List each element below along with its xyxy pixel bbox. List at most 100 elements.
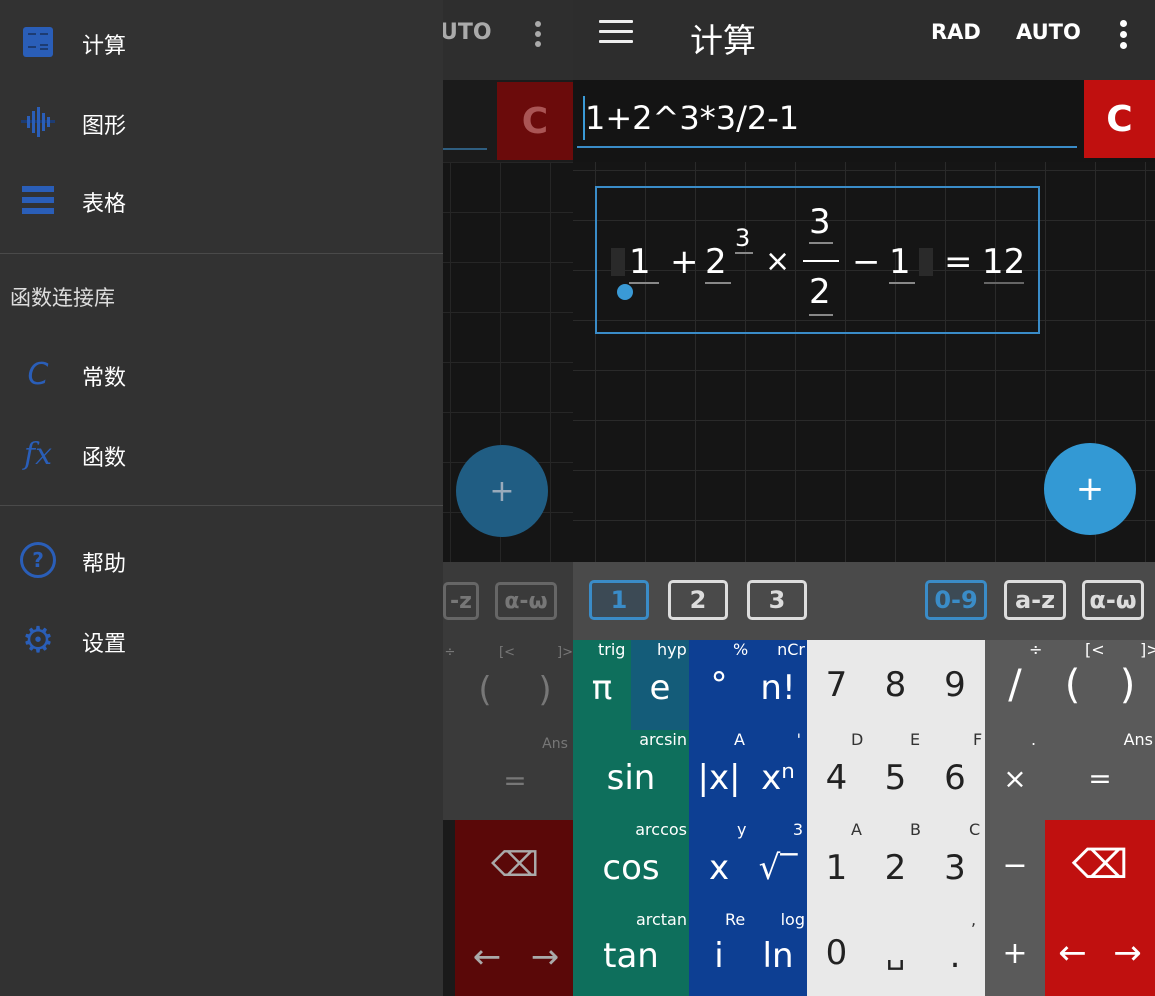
nav-item-help[interactable]: ? 帮助 <box>0 524 443 596</box>
key-equals[interactable]: Ans = <box>1045 730 1155 820</box>
ghost-equals: = <box>503 763 527 797</box>
constant-icon: C <box>27 356 49 392</box>
nav-item-settings[interactable]: ⚙ 设置 <box>0 604 443 676</box>
ghost-right-arrow-icon: → <box>530 937 560 977</box>
key-4[interactable]: D 4 <box>807 730 866 820</box>
key-sqrt[interactable]: 3 √‾ <box>749 820 807 910</box>
nav-label: 表格 <box>82 192 127 217</box>
ghost-auto-label: UTO <box>440 20 492 45</box>
keypad: trig π hyp e arcsin sin arccos cos arcta… <box>573 640 1155 996</box>
key-0[interactable]: 0 <box>807 910 866 996</box>
graph-icon <box>20 104 56 140</box>
key-degree[interactable]: % ° <box>689 640 749 730</box>
nav-item-functions[interactable]: fx 函数 <box>0 418 443 490</box>
key-minus[interactable]: − <box>985 820 1045 910</box>
ghost-clear-button: C <box>497 82 573 160</box>
nav-label: 设置 <box>82 632 127 657</box>
key-pi[interactable]: trig π <box>573 640 631 730</box>
auto-mode-button[interactable]: AUTO <box>1016 20 1081 44</box>
tab-greek[interactable]: α-ω <box>1082 580 1144 620</box>
key-e[interactable]: hyp e <box>631 640 689 730</box>
key-3[interactable]: C 3 <box>925 820 985 910</box>
menu-icon[interactable] <box>599 20 633 50</box>
keypad-tabs: 1 2 3 0-9 a-z α-ω <box>573 562 1155 640</box>
key-left-paren[interactable]: [< ( <box>1045 640 1105 730</box>
overflow-menu-icon[interactable] <box>1113 18 1133 52</box>
key-5[interactable]: E 5 <box>866 730 925 820</box>
key-factorial[interactable]: nCr n! <box>749 640 807 730</box>
key-multiply[interactable]: . × <box>985 730 1045 820</box>
page-title: 计算 <box>690 21 756 60</box>
tab-page-2[interactable]: 2 <box>668 580 728 620</box>
help-icon: ? <box>20 542 56 578</box>
nav-item-table[interactable]: 表格 <box>0 164 443 236</box>
key-abs[interactable]: A |x| <box>689 730 749 820</box>
backspace-icon: ⌫ <box>1071 842 1129 888</box>
cursor-right-key[interactable]: → <box>1100 910 1155 996</box>
result-value: 12 <box>982 242 1026 282</box>
fraction-bar <box>803 260 839 262</box>
key-divide[interactable]: ÷ / <box>985 640 1045 730</box>
ghost-tab-az: -z <box>443 582 479 620</box>
function-icon: fx <box>23 436 53 472</box>
fraction-numerator: 3 <box>809 202 831 242</box>
nav-label: 计算 <box>82 34 127 59</box>
section-header-library: 函数连接库 <box>10 286 115 310</box>
key-tan[interactable]: arctan tan <box>573 910 689 996</box>
cursor-handle[interactable] <box>617 284 633 300</box>
power-exponent: 3 <box>735 224 751 252</box>
divider <box>0 505 443 506</box>
expression-input[interactable] <box>581 92 1079 144</box>
angle-mode-button[interactable]: RAD <box>931 20 981 44</box>
plus-sign: + <box>670 242 699 282</box>
right-arrow-icon: → <box>1113 933 1142 973</box>
tab-page-1[interactable]: 1 <box>589 580 649 620</box>
ghost-lparen: ( <box>478 670 492 710</box>
equals-sign: = <box>944 242 973 282</box>
key-7[interactable]: 7 <box>807 640 866 730</box>
key-sin[interactable]: arcsin sin <box>573 730 689 820</box>
nav-item-constants[interactable]: C 常数 <box>0 338 443 410</box>
nav-item-calculate[interactable]: 计算 <box>0 6 443 78</box>
tab-latin[interactable]: a-z <box>1004 580 1066 620</box>
nav-label: 函数 <box>82 446 127 471</box>
tab-page-3[interactable]: 3 <box>747 580 807 620</box>
ghost-overflow-icon <box>528 18 548 48</box>
nav-label: 常数 <box>82 366 127 391</box>
key-imaginary[interactable]: Re i <box>689 910 749 996</box>
ghost-rparen: ) <box>538 670 552 710</box>
key-x[interactable]: y x <box>689 820 749 910</box>
settings-icon: ⚙ <box>21 619 55 661</box>
clear-button[interactable]: C <box>1084 80 1155 158</box>
rendered-expression: 1 + 2 3 × 3 2 − 1 = 12 <box>597 186 1042 334</box>
cursor-left-key[interactable]: ← <box>1045 910 1100 996</box>
operand-1: 1 <box>629 242 651 282</box>
operand-2: 1 <box>889 242 911 282</box>
key-space[interactable]: ␣ <box>866 910 925 996</box>
minus-sign: − <box>852 242 881 282</box>
fraction-denominator: 2 <box>809 272 831 312</box>
key-plus[interactable]: + <box>985 910 1045 996</box>
tab-digits[interactable]: 0-9 <box>925 580 987 620</box>
result-card[interactable]: 1 + 2 3 × 3 2 − 1 = 12 <box>595 186 1040 334</box>
result-area: 1 + 2 3 × 3 2 − 1 = 12 + <box>573 162 1155 562</box>
key-1[interactable]: A 1 <box>807 820 866 910</box>
key-2[interactable]: B 2 <box>866 820 925 910</box>
add-button[interactable]: + <box>1044 443 1136 535</box>
key-9[interactable]: 9 <box>925 640 985 730</box>
key-8[interactable]: 8 <box>866 640 925 730</box>
navigation-drawer: 计算 图形 表格 函数连接库 C 常数 fx 函数 ? 帮助 ⚙ 设置 <box>0 0 443 996</box>
key-6[interactable]: F 6 <box>925 730 985 820</box>
top-app-bar: 计算 RAD AUTO <box>573 0 1155 80</box>
key-cos[interactable]: arccos cos <box>573 820 689 910</box>
backspace-key[interactable]: ⌫ <box>1045 820 1155 910</box>
nav-item-graph[interactable]: 图形 <box>0 86 443 158</box>
key-decimal[interactable]: , . <box>925 910 985 996</box>
divider <box>0 253 443 254</box>
ghost-left-arrow-icon: ← <box>472 937 502 977</box>
key-power[interactable]: ' xⁿ <box>749 730 807 820</box>
ghost-tab-greek: α-ω <box>495 582 557 620</box>
key-right-paren[interactable]: ]> ) <box>1100 640 1155 730</box>
input-underline <box>577 146 1077 148</box>
key-ln[interactable]: log ln <box>749 910 807 996</box>
